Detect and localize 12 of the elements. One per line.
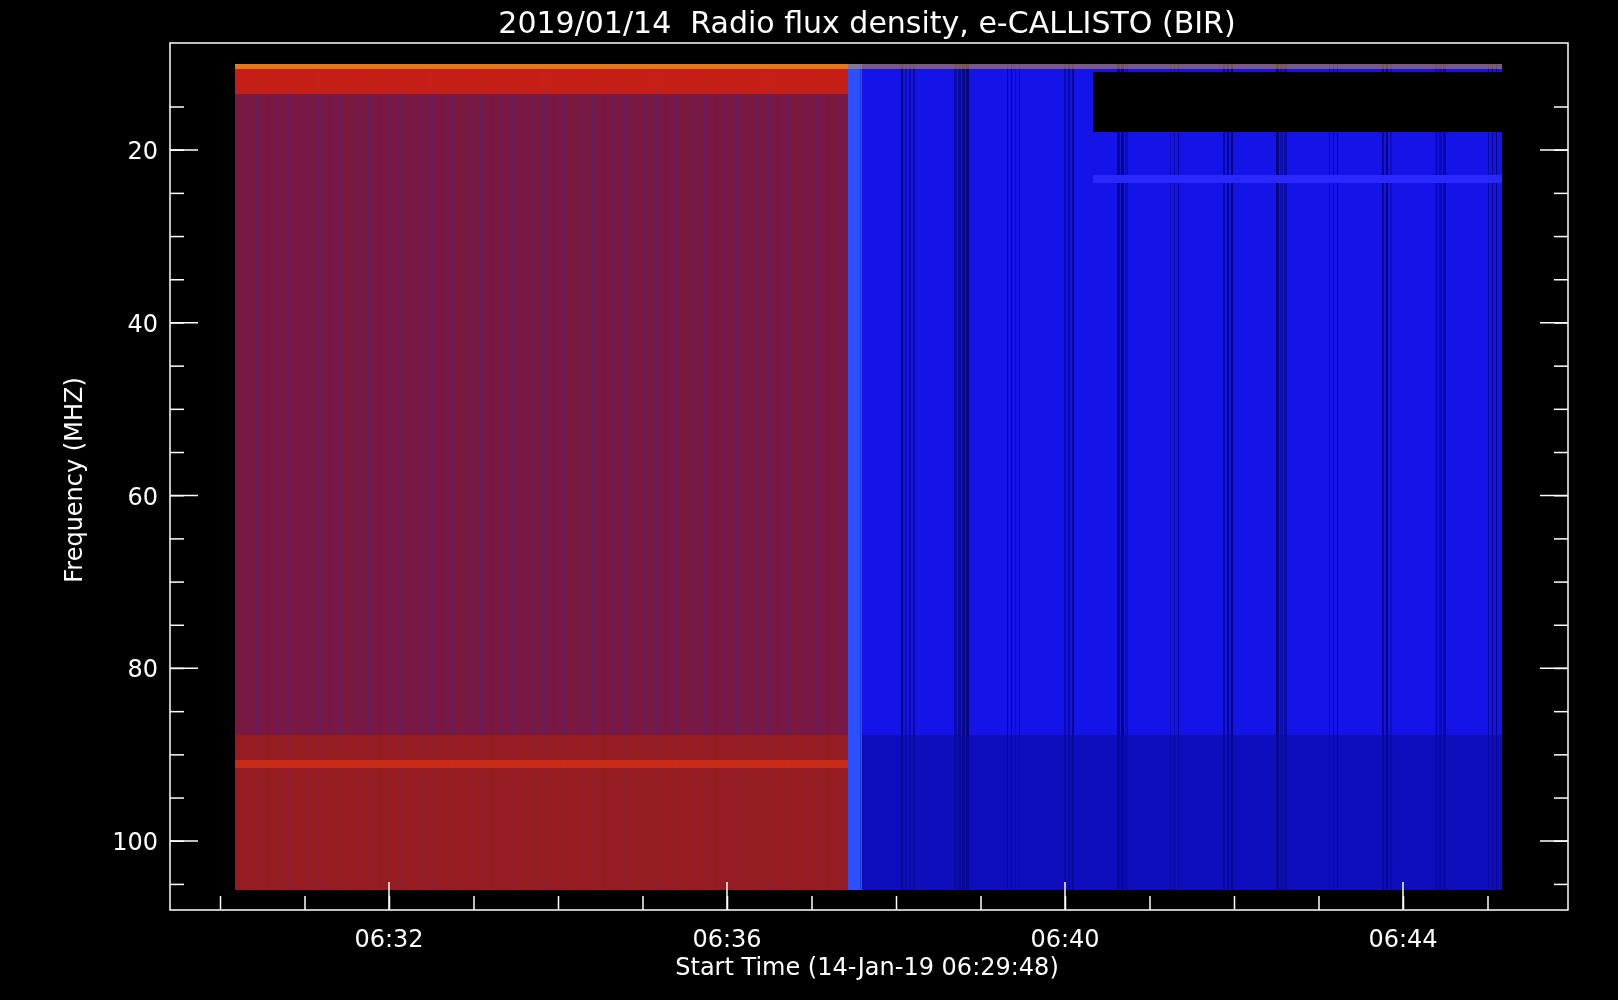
y-axis-label: Frequency (MHZ) xyxy=(60,377,88,583)
chart-title: 2019/01/14 Radio flux density, e-CALLISTO (BIR) xyxy=(498,5,1236,40)
y-tick-label: 20 xyxy=(127,137,158,165)
x-tick-label: 06:40 xyxy=(1030,925,1100,953)
x-tick-label: 06:44 xyxy=(1368,925,1438,953)
x-tick-label: 06:36 xyxy=(692,925,762,953)
y-tick-label: 100 xyxy=(112,828,158,856)
x-axis-label: Start Time (14-Jan-19 06:29:48) xyxy=(675,953,1059,981)
y-tick-label: 80 xyxy=(127,655,158,684)
y-tick-label: 60 xyxy=(127,482,158,511)
y-tick-label: 40 xyxy=(127,309,158,338)
x-tick-label: 06:32 xyxy=(354,925,424,953)
